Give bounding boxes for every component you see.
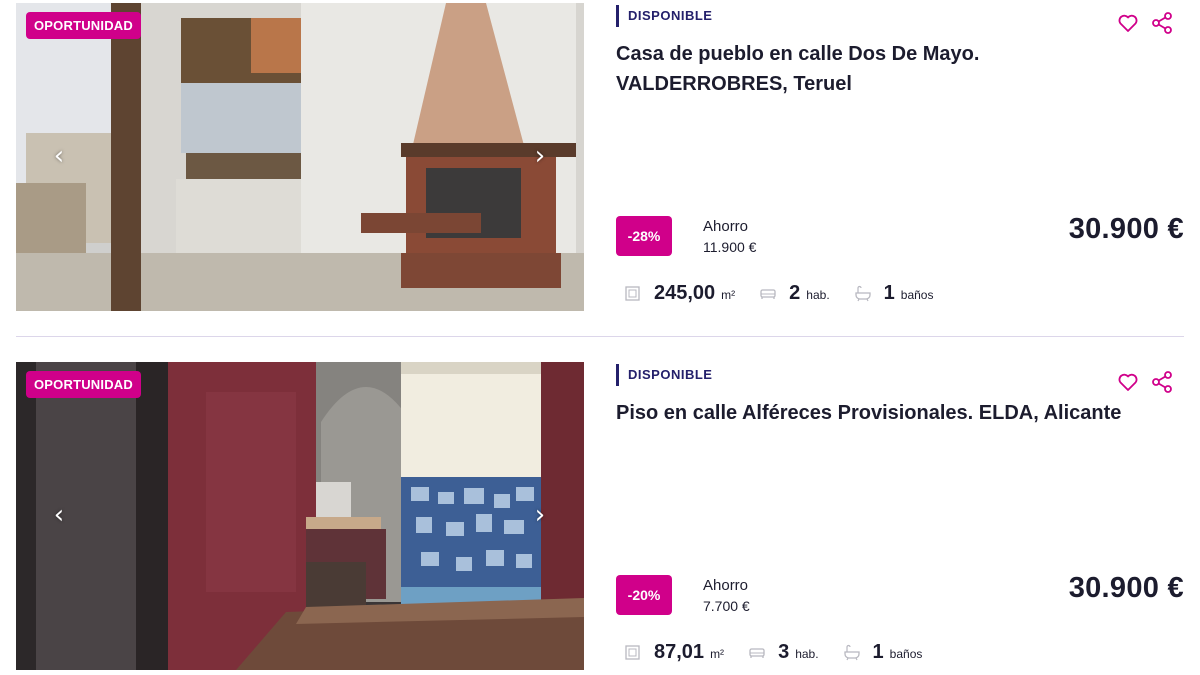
area-value: 245,00 xyxy=(654,281,716,304)
feature-area: 87,01 m² xyxy=(624,641,724,664)
listing-info: DISPONIBLE Piso en calle Alféreces Provi… xyxy=(616,362,1184,670)
savings: Ahorro 7.700 € xyxy=(703,576,750,616)
area-value: 87,01 xyxy=(654,640,705,663)
baths-unit: baños xyxy=(900,287,934,302)
rooms-unit: hab. xyxy=(795,646,819,661)
bed-icon xyxy=(760,289,776,299)
listing-features: 245,00 m² 2 hab. 1 baños xyxy=(624,278,957,308)
feature-rooms: 3 hab. xyxy=(748,640,819,664)
listing-info: DISPONIBLE Casa de pueblo en calle Dos D… xyxy=(616,3,1184,311)
listing-title[interactable]: Piso en calle Alféreces Provisionales. E… xyxy=(616,398,1176,428)
rooms-value: 2 xyxy=(789,281,801,304)
savings-label: Ahorro xyxy=(703,577,749,594)
bathtub-icon xyxy=(855,285,871,302)
baths-value: 1 xyxy=(883,281,895,304)
rooms-value: 3 xyxy=(778,640,790,663)
baths-unit: baños xyxy=(889,646,923,661)
feature-baths: 1 baños xyxy=(843,640,923,664)
area-unit: m² xyxy=(721,287,736,302)
listing-photo[interactable]: OPORTUNIDAD ‹ › xyxy=(16,362,584,670)
feature-rooms: 2 hab. xyxy=(759,281,830,305)
area-icon xyxy=(625,286,640,301)
heart-icon[interactable] xyxy=(1116,11,1140,35)
listing-title[interactable]: Casa de pueblo en calle Dos De Mayo. VAL… xyxy=(616,39,1116,99)
feature-area: 245,00 m² xyxy=(624,282,735,305)
discount-badge: -28% xyxy=(616,216,672,256)
savings-label: Ahorro xyxy=(703,218,749,235)
heart-icon[interactable] xyxy=(1116,370,1140,394)
rooms-unit: hab. xyxy=(806,287,830,302)
bathtub-icon xyxy=(843,644,860,661)
listing-actions xyxy=(1114,370,1184,394)
listing-actions xyxy=(1114,11,1184,35)
baths-value: 1 xyxy=(872,640,884,663)
chevron-right-icon[interactable]: › xyxy=(527,143,553,169)
savings-value: 11.900 € xyxy=(703,239,757,255)
listing-photo[interactable]: OPORTUNIDAD ‹ › xyxy=(16,3,584,311)
share-icon[interactable] xyxy=(1150,11,1174,35)
listing-divider xyxy=(16,336,1184,337)
discount-badge: -20% xyxy=(616,575,672,615)
area-icon xyxy=(625,645,640,660)
chevron-left-icon[interactable]: ‹ xyxy=(46,502,72,528)
chevron-left-icon[interactable]: ‹ xyxy=(46,143,72,169)
price: 30.900 € xyxy=(1068,213,1184,245)
chevron-right-icon[interactable]: › xyxy=(527,502,553,528)
area-unit: m² xyxy=(710,646,725,661)
opportunity-badge: OPORTUNIDAD xyxy=(26,371,141,398)
share-icon[interactable] xyxy=(1150,370,1174,394)
status-label: DISPONIBLE xyxy=(616,5,712,27)
bed-icon xyxy=(749,648,765,658)
listing-card[interactable]: OPORTUNIDAD ‹ › DISPONIBLE Casa de puebl… xyxy=(16,3,1184,313)
opportunity-badge: OPORTUNIDAD xyxy=(26,12,141,39)
listing-card[interactable]: OPORTUNIDAD ‹ › DISPONIBLE Piso en calle… xyxy=(16,362,1184,672)
savings: Ahorro 11.900 € xyxy=(703,217,756,257)
status-label: DISPONIBLE xyxy=(616,364,712,386)
listing-features: 87,01 m² 3 hab. 1 baños xyxy=(624,637,946,667)
price: 30.900 € xyxy=(1068,572,1184,604)
savings-value: 7.700 € xyxy=(703,598,750,614)
feature-baths: 1 baños xyxy=(854,281,934,305)
